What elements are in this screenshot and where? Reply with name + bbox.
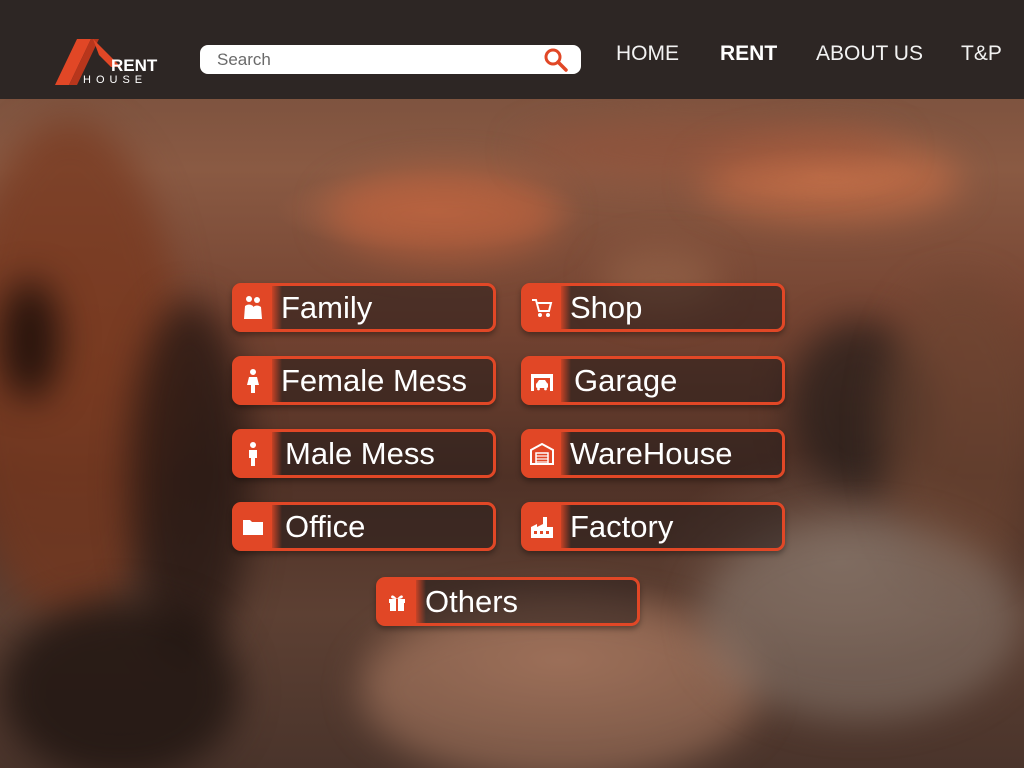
category-label: Family: [281, 290, 373, 325]
family-icon: [234, 285, 282, 330]
category-shop-button[interactable]: Shop: [521, 283, 785, 332]
house-roof-logo-icon: RENT HOUSE: [55, 39, 158, 86]
category-label: Female Mess: [281, 363, 468, 398]
category-factory-button[interactable]: Factory: [521, 502, 785, 551]
category-label: Office: [285, 509, 366, 544]
folder-icon: [234, 504, 282, 549]
category-office-button[interactable]: Office: [232, 502, 496, 551]
rent-house-logo[interactable]: RENT HOUSE: [55, 37, 170, 87]
nav-about-us[interactable]: ABOUT US: [816, 42, 923, 72]
category-label: Male Mess: [285, 436, 435, 471]
category-label: Others: [425, 584, 519, 619]
search-box: [200, 45, 581, 74]
search-icon[interactable]: [543, 47, 569, 73]
male-icon: [234, 431, 282, 476]
category-female-mess-button[interactable]: Female Mess: [232, 356, 496, 405]
top-navigation-bar: RENT HOUSE HOME RENT ABOUT US T&P: [0, 0, 1024, 99]
nav-tp[interactable]: T&P: [961, 42, 1002, 72]
category-male-mess-button[interactable]: Male Mess: [232, 429, 496, 478]
category-garage-button[interactable]: Garage: [521, 356, 785, 405]
female-icon: [234, 358, 282, 403]
category-others-button[interactable]: Others: [376, 577, 640, 626]
nav-rent[interactable]: RENT: [720, 42, 777, 72]
search-input[interactable]: [217, 45, 537, 74]
warehouse-icon: [523, 431, 571, 476]
logo-text-top: RENT: [111, 56, 158, 75]
garage-icon: [523, 358, 571, 403]
logo-text-bottom: HOUSE: [83, 74, 147, 86]
nav-home[interactable]: HOME: [616, 42, 679, 72]
category-label: Factory: [570, 509, 674, 544]
gift-icon: [378, 579, 426, 624]
cart-icon: [523, 285, 571, 330]
category-warehouse-button[interactable]: WareHouse: [521, 429, 785, 478]
blurred-interior-background: [0, 0, 1024, 768]
category-label: Garage: [574, 363, 678, 398]
category-label: WareHouse: [570, 436, 733, 471]
category-label: Shop: [570, 290, 643, 325]
factory-icon: [523, 504, 571, 549]
category-family-button[interactable]: Family: [232, 283, 496, 332]
